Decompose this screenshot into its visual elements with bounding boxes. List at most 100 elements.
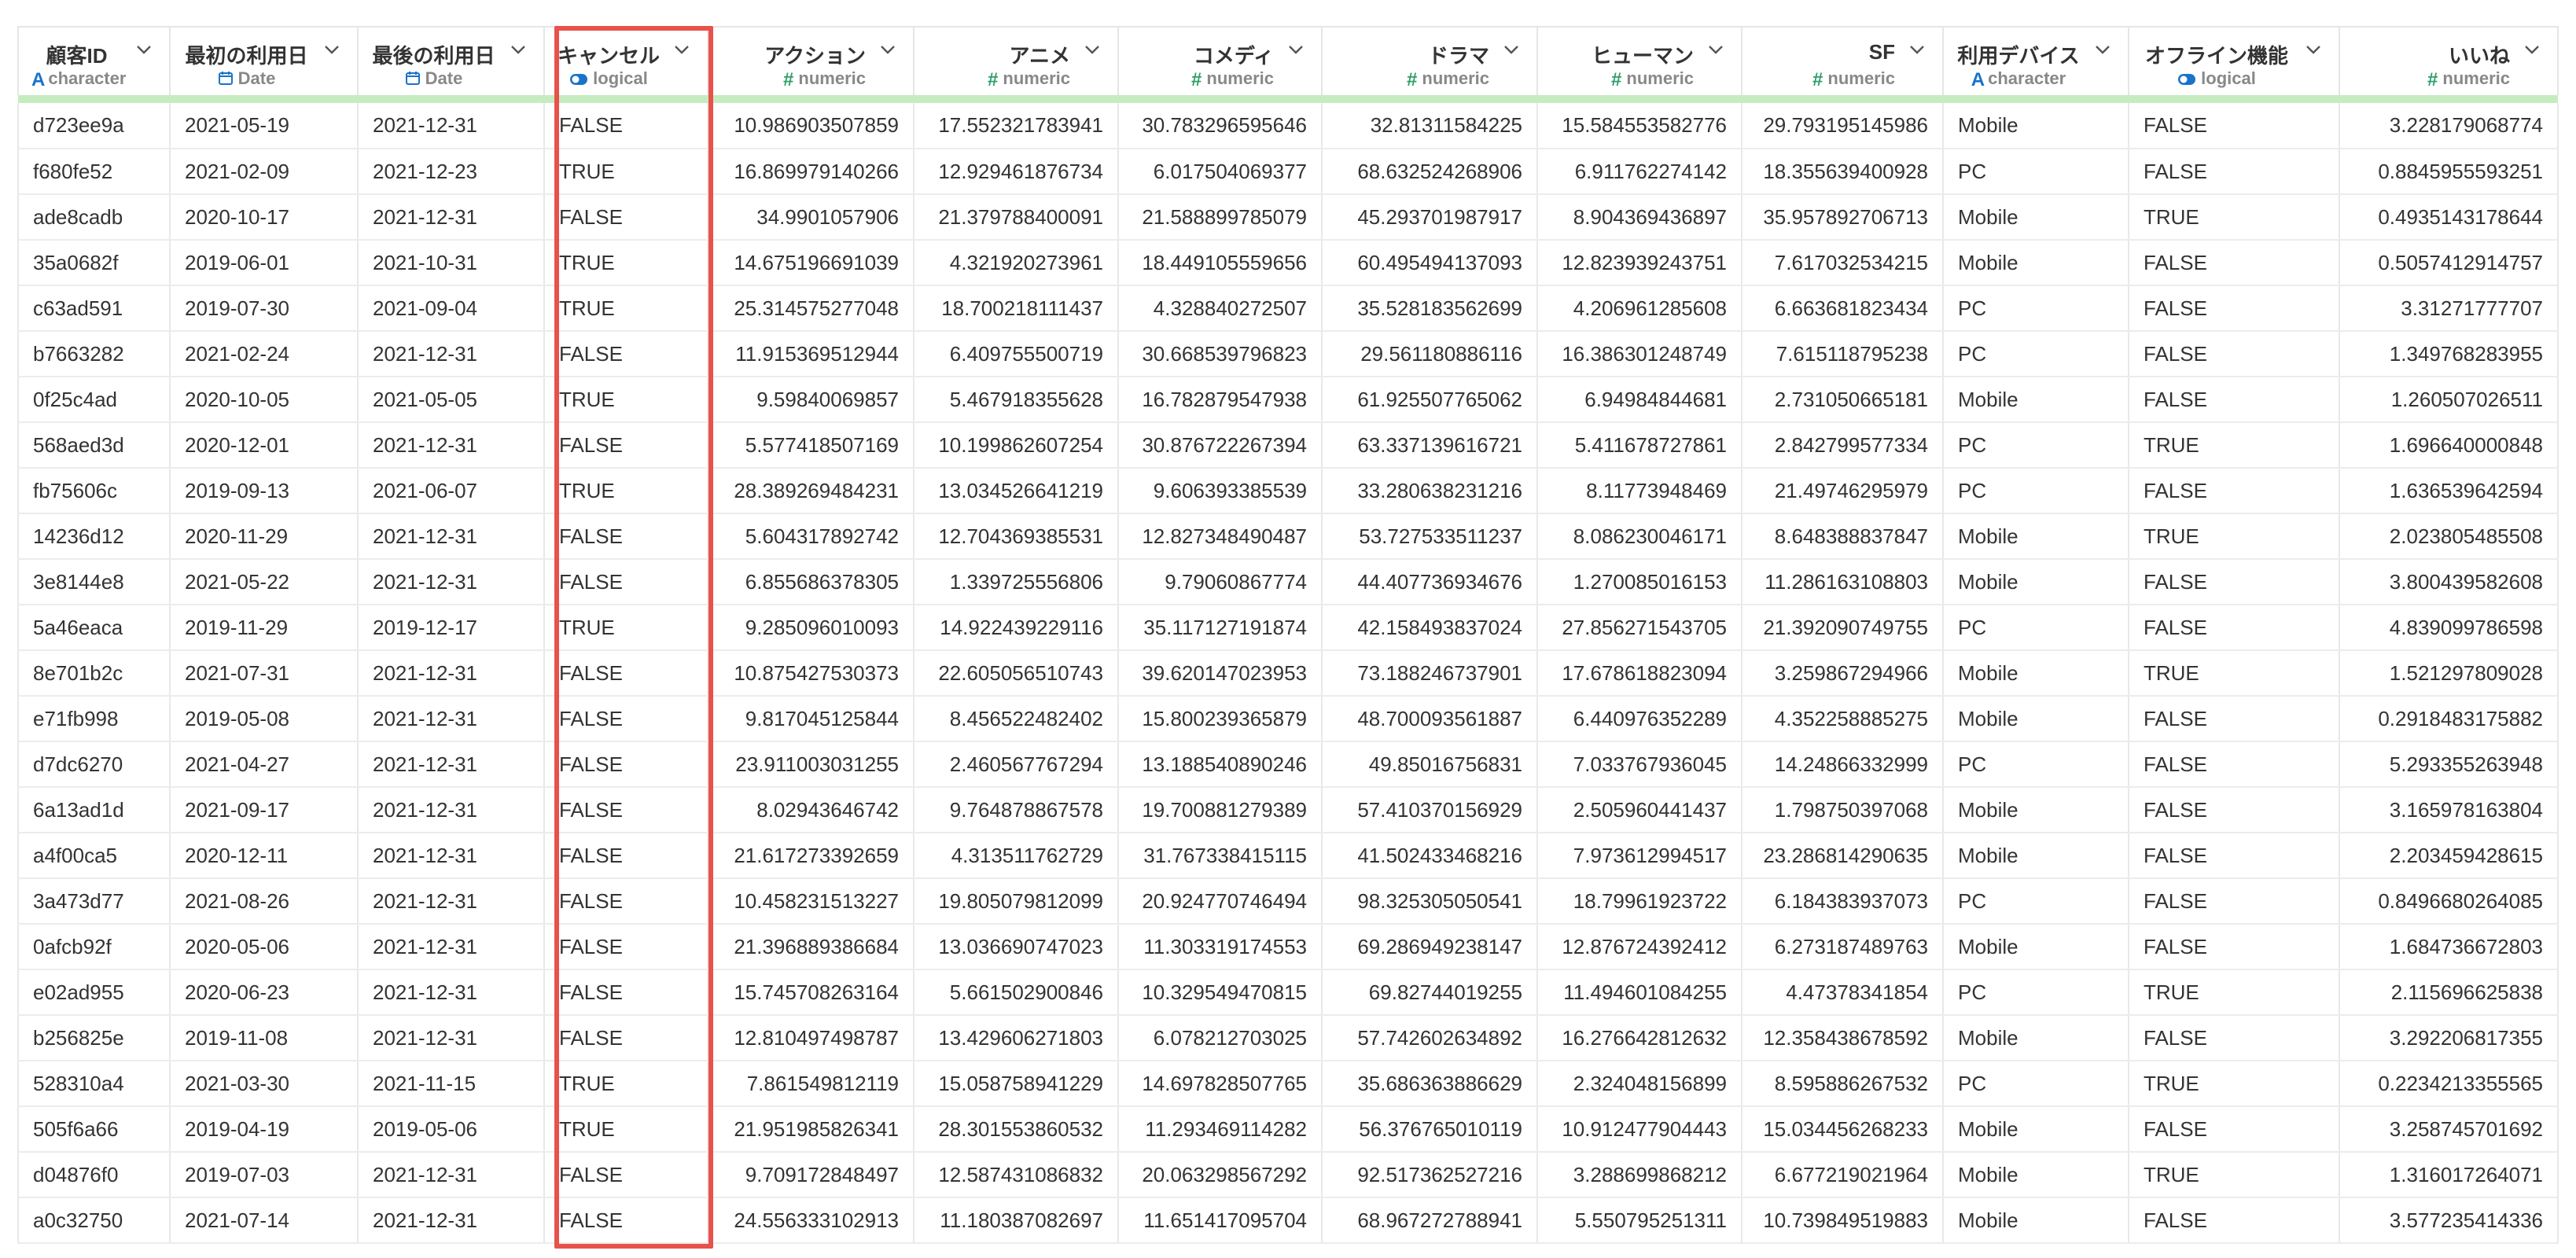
table-cell[interactable]: 44.407736934676: [1322, 559, 1538, 605]
table-cell[interactable]: 5.577418507169: [708, 422, 914, 469]
table-cell[interactable]: 9.59840069857: [708, 377, 914, 423]
table-cell[interactable]: 10.329549470815: [1118, 969, 1323, 1016]
table-cell[interactable]: FALSE: [544, 833, 708, 879]
table-cell[interactable]: 6.017504069377: [1118, 149, 1323, 195]
table-cell[interactable]: 30.783296595646: [1118, 103, 1323, 149]
table-cell[interactable]: 6a13ad1d: [17, 787, 171, 833]
table-cell[interactable]: 28.301553860532: [914, 1106, 1119, 1153]
table-cell[interactable]: Mobile: [1943, 787, 2129, 833]
table-cell[interactable]: a0c32750: [17, 1197, 171, 1244]
table-cell[interactable]: 17.552321783941: [914, 103, 1119, 149]
table-cell[interactable]: 6.94984844681: [1537, 377, 1742, 423]
table-cell[interactable]: 16.782879547938: [1118, 377, 1323, 423]
table-cell[interactable]: 14.675196691039: [708, 240, 914, 286]
table-cell[interactable]: 7.861549812119: [708, 1061, 914, 1107]
column-header-7[interactable]: ドラマ # numeric: [1322, 26, 1538, 95]
table-cell[interactable]: 11.303319174553: [1118, 924, 1323, 970]
table-cell[interactable]: 19.700881279389: [1118, 787, 1323, 833]
table-cell[interactable]: 13.429606271803: [914, 1015, 1119, 1061]
table-cell[interactable]: 92.517362527216: [1322, 1152, 1538, 1198]
table-cell[interactable]: 41.502433468216: [1322, 833, 1538, 879]
chevron-down-icon[interactable]: [1703, 43, 1728, 64]
table-cell[interactable]: 15.800239365879: [1118, 696, 1323, 742]
table-cell[interactable]: PC: [1943, 741, 2129, 788]
table-cell[interactable]: 5.411678727861: [1537, 422, 1742, 469]
table-cell[interactable]: 11.494601084255: [1537, 969, 1742, 1016]
table-cell[interactable]: f680fe52: [17, 149, 171, 195]
table-cell[interactable]: 20.924770746494: [1118, 878, 1323, 925]
table-cell[interactable]: 45.293701987917: [1322, 194, 1538, 241]
table-cell[interactable]: Mobile: [1943, 103, 2129, 149]
table-cell[interactable]: 10.739849519883: [1742, 1197, 1944, 1244]
table-cell[interactable]: 21.588899785079: [1118, 194, 1323, 241]
table-cell[interactable]: 3.31271777707: [2339, 285, 2559, 332]
table-cell[interactable]: 1.260507026511: [2339, 377, 2559, 423]
table-cell[interactable]: 25.314575277048: [708, 285, 914, 332]
chevron-down-icon[interactable]: [875, 43, 900, 64]
table-cell[interactable]: 11.651417095704: [1118, 1197, 1323, 1244]
table-cell[interactable]: FALSE: [544, 331, 708, 377]
table-cell[interactable]: PC: [1943, 285, 2129, 332]
table-cell[interactable]: 23.286814290635: [1742, 833, 1944, 879]
table-cell[interactable]: 35a0682f: [17, 240, 171, 286]
column-header-6[interactable]: コメディ # numeric: [1118, 26, 1323, 95]
table-cell[interactable]: 2021-07-14: [170, 1197, 359, 1244]
table-cell[interactable]: 27.856271543705: [1537, 605, 1742, 651]
table-cell[interactable]: c63ad591: [17, 285, 171, 332]
table-cell[interactable]: 61.925507765062: [1322, 377, 1538, 423]
table-cell[interactable]: 33.280638231216: [1322, 468, 1538, 514]
table-cell[interactable]: 4.206961285608: [1537, 285, 1742, 332]
table-cell[interactable]: 1.270085016153: [1537, 559, 1742, 605]
table-cell[interactable]: FALSE: [544, 422, 708, 469]
table-cell[interactable]: 2021-12-31: [358, 924, 545, 970]
table-cell[interactable]: a4f00ca5: [17, 833, 171, 879]
table-cell[interactable]: TRUE: [2129, 422, 2340, 469]
table-cell[interactable]: FALSE: [544, 787, 708, 833]
column-header-11[interactable]: オフライン機能 logical: [2129, 26, 2340, 95]
table-cell[interactable]: PC: [1943, 468, 2129, 514]
table-cell[interactable]: FALSE: [2129, 741, 2340, 788]
table-cell[interactable]: 505f6a66: [17, 1106, 171, 1153]
column-header-8[interactable]: ヒューマン # numeric: [1537, 26, 1742, 95]
table-cell[interactable]: 7.033767936045: [1537, 741, 1742, 788]
table-cell[interactable]: 8.595886267532: [1742, 1061, 1944, 1107]
column-header-10[interactable]: 利用デバイス Acharacter: [1943, 26, 2129, 95]
table-cell[interactable]: 2021-07-31: [170, 650, 359, 697]
table-cell[interactable]: Mobile: [1943, 513, 2129, 560]
table-cell[interactable]: TRUE: [544, 1106, 708, 1153]
table-cell[interactable]: 0.5057412914757: [2339, 240, 2559, 286]
table-cell[interactable]: FALSE: [544, 878, 708, 925]
table-cell[interactable]: 2021-12-31: [358, 878, 545, 925]
table-cell[interactable]: 8.02943646742: [708, 787, 914, 833]
table-cell[interactable]: 0.2918483175882: [2339, 696, 2559, 742]
table-cell[interactable]: 4.839099786598: [2339, 605, 2559, 651]
table-cell[interactable]: 0afcb92f: [17, 924, 171, 970]
table-cell[interactable]: FALSE: [544, 513, 708, 560]
table-cell[interactable]: 9.285096010093: [708, 605, 914, 651]
table-cell[interactable]: TRUE: [544, 149, 708, 195]
table-cell[interactable]: TRUE: [544, 285, 708, 332]
table-cell[interactable]: 3.228179068774: [2339, 103, 2559, 149]
table-cell[interactable]: 6.273187489763: [1742, 924, 1944, 970]
table-cell[interactable]: 42.158493837024: [1322, 605, 1538, 651]
table-cell[interactable]: Mobile: [1943, 559, 2129, 605]
table-cell[interactable]: 12.823939243751: [1537, 240, 1742, 286]
table-cell[interactable]: 5.293355263948: [2339, 741, 2559, 788]
table-cell[interactable]: 2019-07-30: [170, 285, 359, 332]
table-cell[interactable]: 69.82744019255: [1322, 969, 1538, 1016]
table-cell[interactable]: PC: [1943, 331, 2129, 377]
table-cell[interactable]: 12.876724392412: [1537, 924, 1742, 970]
table-cell[interactable]: 7.973612994517: [1537, 833, 1742, 879]
table-cell[interactable]: 2021-12-31: [358, 1152, 545, 1198]
table-cell[interactable]: 12.358438678592: [1742, 1015, 1944, 1061]
table-cell[interactable]: 15.584553582776: [1537, 103, 1742, 149]
table-cell[interactable]: 28.389269484231: [708, 468, 914, 514]
table-cell[interactable]: 1.316017264071: [2339, 1152, 2559, 1198]
table-cell[interactable]: 12.827348490487: [1118, 513, 1323, 560]
table-cell[interactable]: 2021-09-17: [170, 787, 359, 833]
table-cell[interactable]: 14.922439229116: [914, 605, 1119, 651]
table-cell[interactable]: TRUE: [2129, 513, 2340, 560]
chevron-down-icon[interactable]: [2090, 43, 2115, 64]
table-cell[interactable]: 2021-12-31: [358, 513, 545, 560]
table-cell[interactable]: 2021-12-31: [358, 559, 545, 605]
